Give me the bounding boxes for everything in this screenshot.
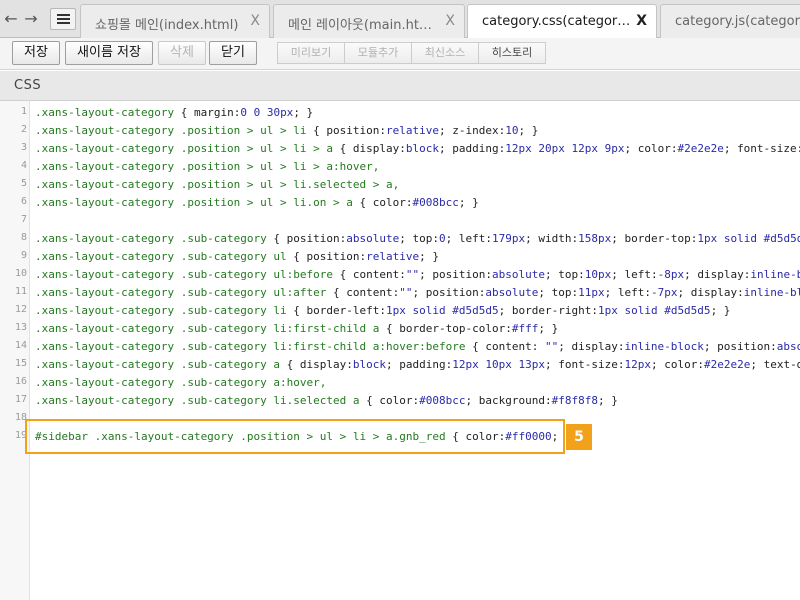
line-number: 18 <box>14 412 27 423</box>
code-editor[interactable]: 1 2 3 4 5 6 7 8 9 10 11 12 13 14 15 16 17 18 19 .xans-layo… <box>0 101 800 600</box>
tab-category-js[interactable]: category.js(category.js <box>660 4 800 38</box>
add-module-button[interactable]: 모듈추가 <box>344 42 412 64</box>
close-button[interactable]: 닫기 <box>209 41 257 65</box>
code-line[interactable]: .xans-layout-category .sub-category a { … <box>35 356 800 374</box>
code-line[interactable]: .xans-layout-category .position > ul > l… <box>35 194 479 212</box>
close-icon[interactable]: X <box>445 13 455 29</box>
step-badge: 5 <box>566 424 592 450</box>
line-number: 8 <box>20 232 27 243</box>
line-number: 4 <box>20 160 27 171</box>
line-number: 11 <box>14 286 27 297</box>
line-number: 9 <box>20 250 27 261</box>
tab-main-layout[interactable]: 메인 레이아웃(main.ht… X <box>273 4 465 38</box>
code-line[interactable]: .xans-layout-category .sub-category li {… <box>35 302 730 320</box>
line-number: 15 <box>14 358 27 369</box>
close-icon[interactable]: X <box>250 13 260 29</box>
history-button[interactable]: 히스토리 <box>478 42 546 64</box>
tab-label: 쇼핑몰 메인(index.html) <box>95 18 239 33</box>
code-line[interactable]: .xans-layout-category .sub-category a:ho… <box>35 374 326 392</box>
tab-category-css[interactable]: category.css(categor… X <box>467 4 657 39</box>
highlight-box <box>25 419 565 454</box>
tab-index-html[interactable]: 쇼핑몰 메인(index.html) X <box>80 4 270 38</box>
line-number: 2 <box>20 124 27 135</box>
code-line[interactable]: .xans-layout-category .sub-category li.s… <box>35 392 618 410</box>
code-line[interactable]: .xans-layout-category .position > ul > l… <box>35 176 399 194</box>
language-bar: CSS <box>0 71 800 101</box>
line-number: 12 <box>14 304 27 315</box>
tab-label: category.js(category.js <box>675 14 800 29</box>
latest-source-button[interactable]: 최신소스 <box>411 42 479 64</box>
line-number: 16 <box>14 376 27 387</box>
code-line[interactable]: .xans-layout-category .sub-category { po… <box>35 230 800 248</box>
tab-label: 메인 레이아웃(main.ht… <box>288 18 432 33</box>
save-as-button[interactable]: 새이름 저장 <box>65 41 153 65</box>
tab-bar: ← → 쇼핑몰 메인(index.html) X 메인 레이아웃(main.ht… <box>0 0 800 39</box>
back-arrow-icon[interactable]: ← <box>2 9 20 29</box>
code-line[interactable]: .xans-layout-category .sub-category li:f… <box>35 338 800 356</box>
line-number: 6 <box>20 196 27 207</box>
line-number: 5 <box>20 178 27 189</box>
menu-button[interactable] <box>50 8 76 30</box>
language-label: CSS <box>14 78 42 93</box>
code-line[interactable]: .xans-layout-category .position > ul > l… <box>35 122 538 140</box>
preview-button[interactable]: 미리보기 <box>277 42 345 64</box>
forward-arrow-icon[interactable]: → <box>22 9 40 29</box>
code-line[interactable]: .xans-layout-category { margin:0 0 30px;… <box>35 104 313 122</box>
toolbar: 저장 새이름 저장 삭제 닫기 미리보기 모듈추가 최신소스 히스토리 <box>0 38 800 70</box>
line-number: 13 <box>14 322 27 333</box>
line-number: 3 <box>20 142 27 153</box>
line-number: 10 <box>14 268 27 279</box>
save-button[interactable]: 저장 <box>12 41 60 65</box>
delete-button[interactable]: 삭제 <box>158 41 206 65</box>
line-number-gutter: 1 2 3 4 5 6 7 8 9 10 11 12 13 14 15 16 17 18 19 <box>0 101 30 600</box>
line-number: 1 <box>20 106 27 117</box>
code-line[interactable]: .xans-layout-category .sub-category ul {… <box>35 248 439 266</box>
code-line[interactable]: .xans-layout-category .sub-category ul:a… <box>35 284 800 302</box>
code-line[interactable]: .xans-layout-category .position > ul > l… <box>35 158 379 176</box>
line-number: 14 <box>14 340 27 351</box>
close-icon[interactable]: X <box>636 13 647 29</box>
line-number: 7 <box>20 214 27 225</box>
line-number: 17 <box>14 394 27 405</box>
tab-label: category.css(categor… <box>482 14 631 29</box>
menu-list-icon <box>57 14 70 25</box>
code-line[interactable]: .xans-layout-category .position > ul > l… <box>35 140 800 158</box>
code-line[interactable]: .xans-layout-category .sub-category li:f… <box>35 320 558 338</box>
code-line[interactable]: .xans-layout-category .sub-category ul:b… <box>35 266 800 284</box>
line-number: 19 <box>14 430 27 441</box>
